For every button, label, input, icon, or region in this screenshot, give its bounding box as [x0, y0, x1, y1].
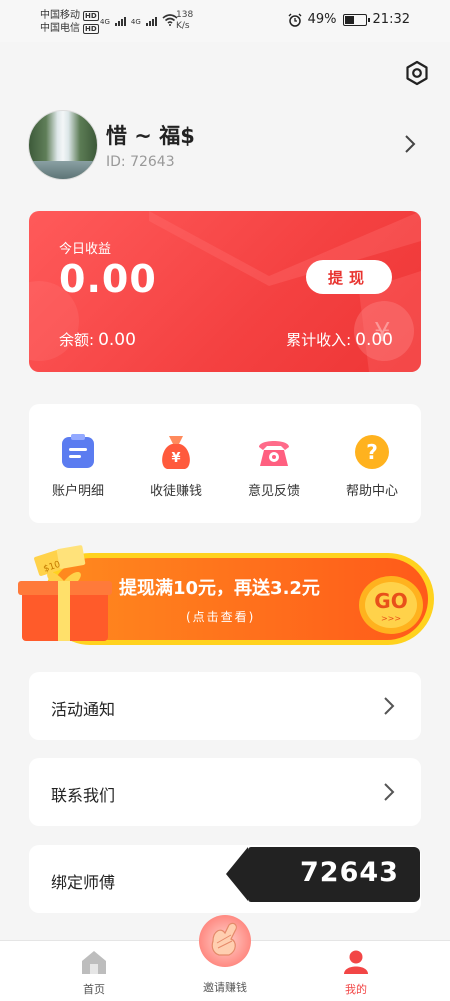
balance: 余额: 0.00 [59, 329, 136, 350]
menu-label: 意见反馈 [247, 484, 300, 499]
tab-mine[interactable]: 我的 [281, 941, 431, 1001]
go-button[interactable]: GO >>> [357, 574, 425, 636]
clock: 21:32 [372, 12, 410, 27]
menu-item-account-detail[interactable]: 账户明细 [29, 404, 127, 523]
user-icon [344, 950, 368, 974]
banner-subtitle: (点击查看) [186, 610, 256, 624]
status-bar: 中国移动 HD 中国电信 HD 4G 4G 138 K/s 49% 21:32 [0, 0, 450, 42]
chevron-right-icon [405, 135, 416, 153]
go-label: GO [374, 589, 407, 613]
network-type-1: 4G [100, 18, 110, 26]
alarm-icon [288, 13, 302, 27]
earnings-card: ¥ 今日收益 0.00 提现 余额: 0.00 累计收入: 0.00 [29, 211, 421, 372]
svg-text:¥: ¥ [171, 451, 180, 466]
balance-value: 0.00 [98, 330, 136, 350]
bottom-tab-bar: 首页 邀请赚钱 我的 [0, 915, 450, 1001]
menu-label: 帮助中心 [345, 484, 398, 499]
tab-label: 我的 [345, 983, 367, 996]
tab-invite[interactable]: 邀请赚钱 [150, 915, 300, 1001]
balance-label: 余额: [59, 331, 95, 349]
signal-icon [145, 17, 157, 26]
tab-home[interactable]: 首页 [19, 941, 169, 1001]
list-item-label: 活动通知 [51, 700, 116, 719]
go-arrows: >>> [381, 614, 401, 623]
network-type-2: 4G [130, 18, 141, 26]
list-item-label: 联系我们 [51, 786, 116, 805]
carrier-1: 中国移动 [40, 10, 80, 21]
account-detail-icon [62, 434, 94, 468]
menu-label: 账户明细 [51, 484, 104, 499]
battery-icon [342, 13, 370, 26]
avatar[interactable] [28, 110, 98, 180]
list-item-contact-us[interactable]: 联系我们 [29, 758, 421, 826]
list-item-label: 绑定师傅 [51, 873, 116, 892]
svg-text:?: ? [366, 440, 378, 464]
profile-header[interactable]: 惜 ~ 福$ ID: 72643 [28, 110, 428, 182]
tab-label: 邀请赚钱 [203, 981, 247, 994]
menu-item-help[interactable]: ? 帮助中心 [323, 404, 421, 523]
today-earnings-value: 0.00 [59, 257, 157, 301]
carrier-2: 中国电信 [40, 23, 80, 34]
status-right: 49% 21:32 [288, 12, 410, 27]
total-income: 累计收入: 0.00 [286, 329, 393, 350]
chevron-right-icon [384, 783, 395, 801]
telephone-icon [259, 441, 289, 466]
menu-label: 收徒赚钱 [149, 484, 202, 499]
chevron-right-icon [384, 697, 395, 715]
banner-title: 提现满10元，再送3.2元 [119, 578, 320, 599]
nickname: 惜 ~ 福$ [106, 124, 195, 148]
promo-banner[interactable]: $10 提现满10元，再送3.2元 (点击查看) GO >>> [14, 545, 434, 650]
quick-menu: 账户明细 ¥ 收徒赚钱 意见反馈 ? 帮助中心 [29, 404, 421, 523]
hd-badge: HD [83, 10, 99, 21]
tab-label: 首页 [83, 983, 105, 996]
home-icon [82, 951, 106, 974]
network-speed: 138 K/s [176, 10, 193, 32]
speed-value: 138 [176, 10, 194, 20]
toast-popup: 72643 [226, 847, 420, 902]
carrier-info: 中国移动 HD 中国电信 HD [40, 9, 99, 35]
help-icon: ? [355, 435, 389, 469]
menu-item-feedback[interactable]: 意见反馈 [225, 404, 323, 523]
user-id: ID: 72643 [106, 154, 175, 170]
finger-heart-icon [211, 922, 237, 956]
toast-text: 72643 [300, 857, 399, 888]
speed-unit: K/s [176, 21, 190, 31]
menu-item-invite-earn[interactable]: ¥ 收徒赚钱 [127, 404, 225, 523]
withdraw-button[interactable]: 提现 [306, 260, 392, 294]
battery-percent: 49% [307, 12, 337, 27]
signal-icon [114, 17, 126, 26]
list-item-activity-notice[interactable]: 活动通知 [29, 672, 421, 740]
money-bag-icon: ¥ [162, 436, 190, 469]
signal-indicators: 4G 4G [100, 14, 178, 26]
today-earnings-label: 今日收益 [59, 242, 112, 257]
total-income-value: 0.00 [355, 330, 393, 350]
hd-badge: HD [83, 23, 99, 34]
settings-icon[interactable] [404, 60, 430, 86]
gift-box-icon: $10 [18, 545, 112, 641]
total-income-label: 累计收入: [286, 331, 352, 349]
